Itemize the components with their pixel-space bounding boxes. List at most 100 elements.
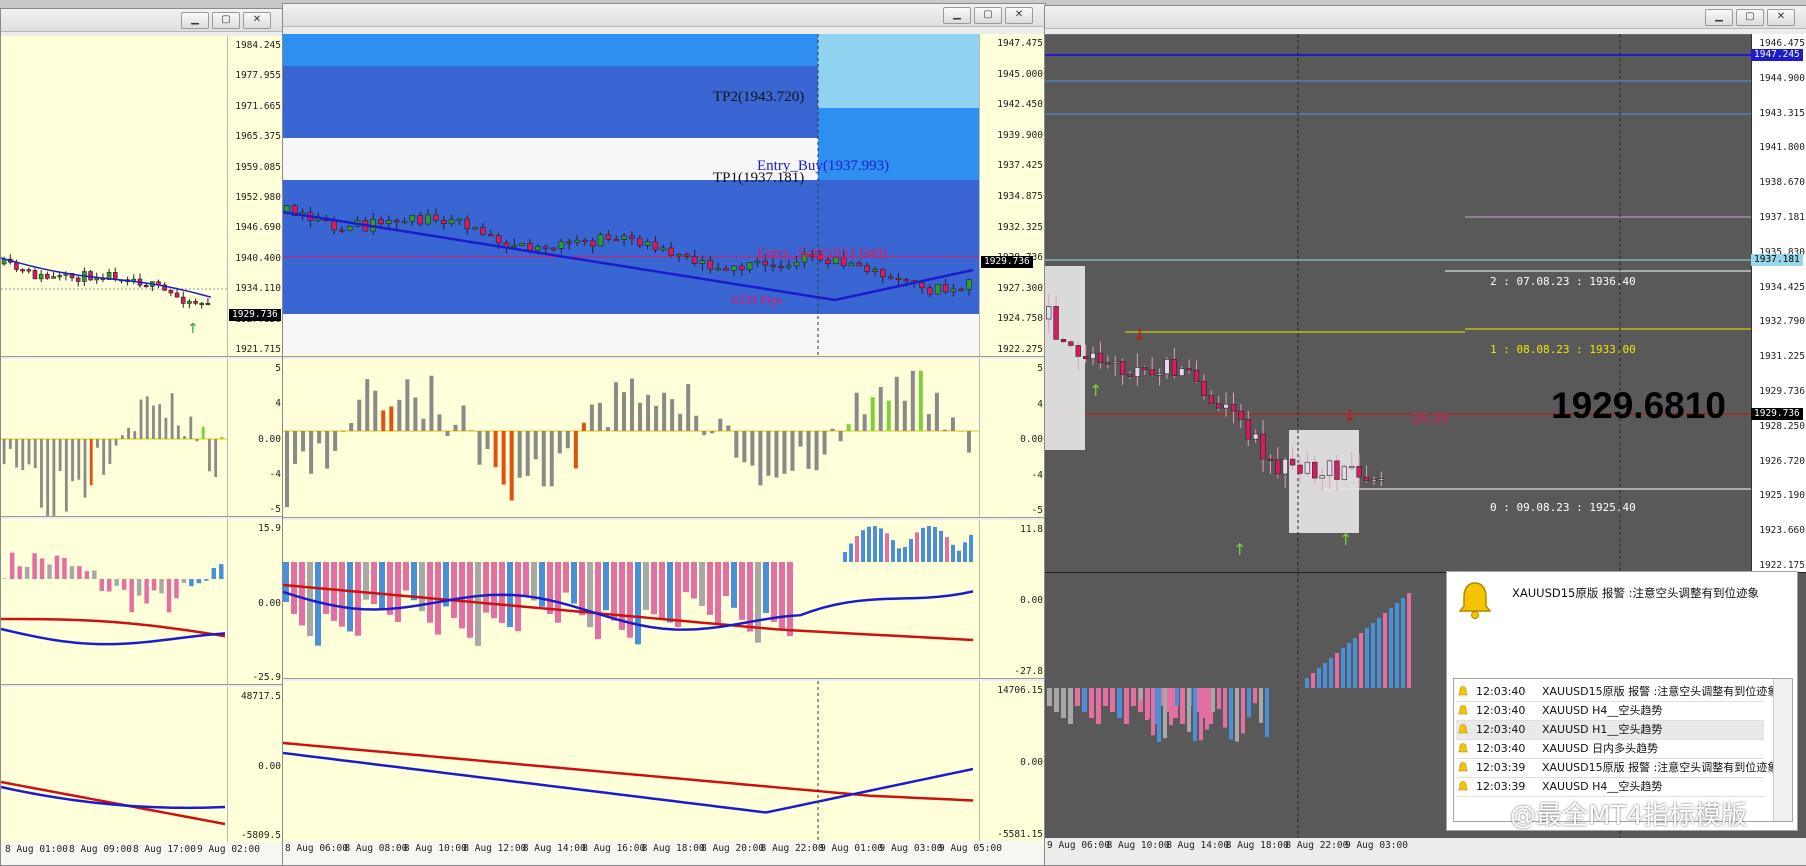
histogram-bar <box>1103 688 1108 706</box>
histogram-bar <box>939 531 943 562</box>
histogram-bar <box>1175 688 1179 706</box>
buy-arrow-icon: ↑ <box>1089 381 1102 400</box>
histogram-bar <box>389 406 393 431</box>
bear-candle <box>582 240 587 242</box>
alert-time: 12:03:40 <box>1476 721 1525 739</box>
histogram-bar <box>1217 688 1221 709</box>
oscillator-pane-3[interactable]: 14706.150.00-5581.15 <box>283 681 1045 841</box>
histogram-bar <box>349 423 353 431</box>
bull-candle <box>1320 476 1325 478</box>
oscillator-pane-2[interactable]: 15.90.00-25.9 <box>1 519 283 685</box>
bull-candle <box>449 219 454 223</box>
histogram-bar <box>542 431 546 486</box>
minimize-button[interactable]: ▁ <box>1705 9 1733 26</box>
bear-candle <box>1128 375 1133 377</box>
chart-window-1[interactable]: ▁ ▢ ✕ ↑ 1984.2451977.9551971.6651965.375… <box>0 8 284 866</box>
histogram-bar <box>951 545 955 562</box>
window-2-titlebar[interactable]: ▁ ▢ ✕ <box>283 4 1045 27</box>
scale-label: 1952.980 <box>235 192 281 204</box>
histogram-bar <box>590 404 594 431</box>
alert-row[interactable]: 12:03:40XAUUSD H1__空头趋势 <box>1456 721 1764 740</box>
histogram-bar <box>363 562 369 600</box>
histogram-bar <box>1187 688 1191 732</box>
bear-candle <box>1098 353 1103 362</box>
bear-candle <box>724 268 729 270</box>
histogram-bar <box>395 562 401 622</box>
bull-candle <box>1135 367 1140 376</box>
close-button[interactable]: ✕ <box>243 12 271 29</box>
time-label: 8 Aug 17:00 <box>133 844 196 855</box>
oscillator-pane-1[interactable]: 540.00-4-5 <box>1 359 283 517</box>
histogram-bar <box>220 437 223 439</box>
histogram-bar <box>611 562 617 621</box>
alert-row[interactable]: 12:03:40XAUUSD H4__空头趋势 <box>1456 702 1764 721</box>
histogram-bar <box>85 571 89 579</box>
price-pane[interactable]: ↑ 1984.2451977.9551971.6651965.3751959.0… <box>1 36 283 357</box>
top-price-box: 1947.245 <box>1751 49 1803 61</box>
bell-icon <box>1458 724 1468 735</box>
bull-candle <box>786 266 791 268</box>
bear-candle <box>1083 356 1088 358</box>
oscillator-pane-3[interactable]: 48717.50.00-5809.5 <box>1 687 283 842</box>
minimize-button[interactable]: ▁ <box>943 7 971 24</box>
histogram-bar <box>405 379 409 431</box>
price-pane[interactable]: TP2(1943.720) Entry_Buy(1937.993) TP1(19… <box>283 34 1045 357</box>
histogram-bar <box>411 562 417 600</box>
bear-candle <box>904 279 909 281</box>
bear-candle <box>480 228 485 235</box>
bull-candle <box>410 215 415 221</box>
window-1-titlebar[interactable]: ▁ ▢ ✕ <box>1 9 283 32</box>
scale-label: 1932.325 <box>997 222 1043 234</box>
alert-row[interactable]: 12:03:40XAUUSD 日内多头趋势 <box>1456 740 1764 759</box>
histogram-bar <box>283 562 289 602</box>
bull-candle <box>535 247 540 250</box>
scale-label: 1932.790 <box>1759 316 1805 328</box>
bear-candle <box>89 272 93 280</box>
window-3-titlebar[interactable]: ▁ ▢ ✕ <box>1045 6 1806 29</box>
scale-label: 1924.750 <box>997 313 1043 325</box>
oscillator-pane-2[interactable]: 11.80.00-27.8 <box>283 520 1045 679</box>
histogram-bar <box>1211 688 1215 712</box>
maximize-button[interactable]: ▢ <box>1736 9 1764 26</box>
bear-candle <box>433 215 438 220</box>
volume-line-blue <box>283 753 973 813</box>
close-button[interactable]: ✕ <box>1767 9 1795 26</box>
histogram-bar <box>462 405 466 431</box>
histogram-bar <box>34 439 37 468</box>
oscillator-3-scale: 48717.50.00-5809.5 <box>227 687 283 842</box>
alert-window[interactable]: XAUUSD15原版 报警 :注意空头调整有到位迹象 12:03:40XAUUS… <box>1446 571 1798 831</box>
maximize-button[interactable]: ▢ <box>974 7 1002 24</box>
histogram-bar <box>739 562 745 620</box>
alert-list-scrollbar[interactable] <box>1773 679 1792 821</box>
price-pane[interactable]: ↑↑↑↓↓ 1946.4751944.9001943.3151941.80019… <box>1045 34 1806 573</box>
alert-row[interactable]: 12:03:39XAUUSD15原版 报警 :注意空头调整有到位迹象 <box>1456 759 1764 778</box>
histogram-bar <box>867 527 871 562</box>
maximize-button[interactable]: ▢ <box>212 12 240 29</box>
buy-arrow-icon: ↑ <box>1233 540 1246 559</box>
alert-time: 12:03:40 <box>1476 740 1525 758</box>
histogram-bar <box>887 401 891 431</box>
histogram-bar <box>445 431 449 436</box>
minimize-button[interactable]: ▁ <box>181 12 209 29</box>
bear-candle <box>669 248 674 256</box>
histogram-bar <box>71 439 74 481</box>
chart-window-2[interactable]: ▁ ▢ ✕ TP2(1943.720) Entry_Buy(1937.993) … <box>282 3 1046 866</box>
histogram-bar <box>683 562 689 592</box>
bear-candle <box>1231 404 1236 411</box>
bull-candle <box>1179 369 1184 376</box>
time-label: 9 Aug 02:00 <box>197 844 260 855</box>
alert-row[interactable]: 12:03:40XAUUSD15原版 报警 :注意空头调整有到位迹象 <box>1456 683 1764 702</box>
histogram-bar <box>927 526 931 562</box>
pips-label: -26.35 <box>1407 412 1449 427</box>
current-price-box: 1929.736 <box>1751 408 1803 420</box>
histogram-bar <box>945 537 949 562</box>
oscillator-2-scale: 11.80.00-27.8 <box>979 520 1045 678</box>
histogram-bar <box>10 553 14 579</box>
bull-candle <box>1165 359 1170 373</box>
bear-candle <box>1239 411 1244 419</box>
close-button[interactable]: ✕ <box>1005 7 1033 24</box>
oscillator-pane-1[interactable]: 540.00-4-5 <box>283 359 1045 518</box>
bear-candle <box>1275 460 1280 474</box>
histogram-bar <box>62 558 66 579</box>
histogram-bar <box>1329 658 1333 688</box>
